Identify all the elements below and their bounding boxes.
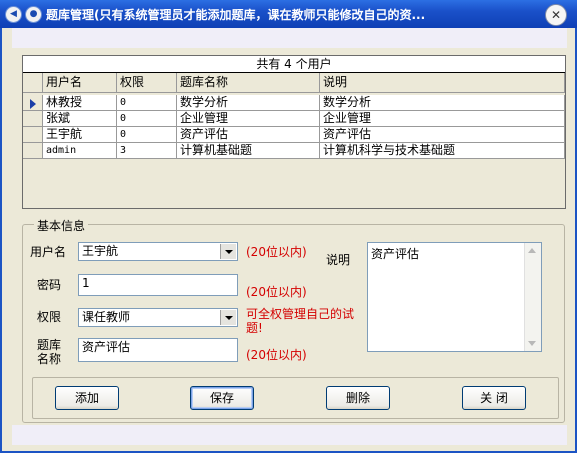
header-indicator-cell — [23, 73, 43, 93]
table-row[interactable]: 林教授 0 数学分析 数学分析 — [23, 95, 565, 111]
password-label: 密码 — [37, 278, 62, 292]
cell-description[interactable]: 数学分析 — [320, 95, 565, 111]
cell-username[interactable]: admin — [43, 143, 117, 159]
chevron-down-icon[interactable] — [220, 310, 236, 325]
system-menu-icon[interactable]: ◀ — [5, 6, 22, 23]
permission-hint: 可全权管理自己的试题! — [246, 307, 355, 335]
cell-permission[interactable]: 3 — [117, 143, 177, 159]
user-grid[interactable]: 共有 4 个用户 用户名 权限 题库名称 说明 林教授 0 数学分析 数学分析 … — [22, 55, 566, 209]
description-scrollbar[interactable] — [524, 243, 541, 351]
username-label: 用户名 — [30, 245, 67, 259]
close-button[interactable]: 关 闭 — [462, 386, 526, 410]
username-combo[interactable]: 王宇航 — [78, 242, 238, 261]
row-indicator — [23, 127, 43, 143]
description-label: 说明 — [326, 253, 351, 267]
save-button[interactable]: 保存 — [190, 386, 254, 410]
bank-name-field[interactable]: 资产评估 — [78, 338, 238, 362]
add-button[interactable]: 添加 — [55, 386, 119, 410]
permission-combo[interactable]: 课任教师 — [78, 308, 238, 327]
basic-info-title: 基本信息 — [34, 217, 89, 234]
table-row[interactable]: admin 3 计算机基础题 计算机科学与技术基础题 — [23, 143, 565, 159]
scroll-down-icon[interactable] — [528, 341, 536, 346]
cell-username[interactable]: 林教授 — [43, 95, 117, 111]
row-indicator — [23, 95, 43, 111]
description-memo[interactable]: 资产评估 — [367, 242, 542, 352]
cell-permission[interactable]: 0 — [117, 111, 177, 127]
title-bar[interactable]: ◀ ● 题库管理(只有系统管理员才能添加题库，课在教师只能修改自己的资... ✕ — [0, 0, 577, 28]
cell-description[interactable]: 计算机科学与技术基础题 — [320, 143, 565, 159]
row-indicator — [23, 143, 43, 159]
username-value: 王宇航 — [82, 244, 119, 258]
close-icon[interactable]: ✕ — [545, 4, 567, 26]
cell-username[interactable]: 王宇航 — [43, 127, 117, 143]
description-value: 资产评估 — [371, 247, 420, 261]
col-header-bank-name[interactable]: 题库名称 — [177, 73, 320, 93]
permission-label: 权限 — [37, 310, 62, 324]
row-indicator — [23, 111, 43, 127]
window-title: 题库管理(只有系统管理员才能添加题库，课在教师只能修改自己的资... — [46, 8, 426, 22]
cell-bank-name[interactable]: 数学分析 — [177, 95, 320, 111]
col-header-description[interactable]: 说明 — [320, 73, 565, 93]
cell-bank-name[interactable]: 计算机基础题 — [177, 143, 320, 159]
bank-name-label-line1: 题库 — [37, 338, 62, 352]
chevron-down-icon[interactable] — [220, 244, 236, 259]
col-header-username[interactable]: 用户名 — [43, 73, 117, 93]
cell-username[interactable]: 张斌 — [43, 111, 117, 127]
bank-name-label: 题库 名称 — [37, 338, 61, 366]
status-strip — [12, 425, 567, 445]
permission-value: 课任教师 — [82, 310, 131, 324]
cell-bank-name[interactable]: 资产评估 — [177, 127, 320, 143]
grid-caption: 共有 4 个用户 — [23, 56, 565, 73]
grid-header: 用户名 权限 题库名称 说明 — [23, 73, 565, 93]
scroll-up-icon[interactable] — [528, 248, 536, 253]
delete-button[interactable]: 删除 — [326, 386, 390, 410]
table-row[interactable]: 王宇航 0 资产评估 资产评估 — [23, 127, 565, 143]
cell-description[interactable]: 资产评估 — [320, 127, 565, 143]
cell-permission[interactable]: 0 — [117, 127, 177, 143]
bank-name-label-line2: 名称 — [37, 352, 62, 366]
toolbar-strip — [12, 28, 567, 48]
bank-name-hint: (20位以内) — [246, 348, 307, 362]
col-header-permission[interactable]: 权限 — [117, 73, 177, 93]
current-row-arrow-icon — [30, 99, 36, 109]
password-field[interactable]: 1 — [78, 274, 238, 296]
pin-icon[interactable]: ● — [25, 6, 42, 23]
table-row[interactable]: 张斌 0 企业管理 企业管理 — [23, 111, 565, 127]
password-hint: (20位以内) — [246, 285, 307, 299]
cell-bank-name[interactable]: 企业管理 — [177, 111, 320, 127]
cell-description[interactable]: 企业管理 — [320, 111, 565, 127]
username-hint: (20位以内) — [246, 245, 307, 259]
cell-permission[interactable]: 0 — [117, 95, 177, 111]
